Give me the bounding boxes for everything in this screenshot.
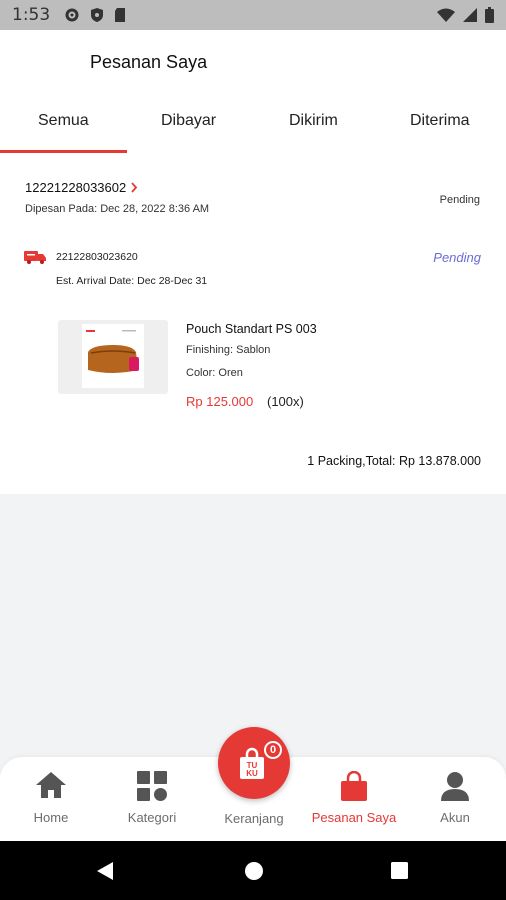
system-nav-bar: [0, 841, 506, 900]
product-color: Color: Oren: [186, 367, 243, 379]
product-quantity: (100x): [267, 394, 304, 409]
nav-home[interactable]: Home: [1, 757, 101, 841]
shield-icon: [91, 8, 104, 22]
nav-kategori[interactable]: Kategori: [102, 757, 202, 841]
svg-text:KU: KU: [246, 769, 258, 778]
battery-icon: [485, 7, 494, 23]
shopping-bag-icon: [341, 771, 367, 801]
status-bar: 1:53: [0, 0, 506, 30]
cart-fab-button[interactable]: TU KU 0: [218, 727, 290, 799]
nav-pesanan-saya[interactable]: Pesanan Saya: [304, 757, 404, 841]
product-finishing: Finishing: Sablon: [186, 344, 271, 356]
pouch-image: [86, 330, 139, 373]
order-card[interactable]: 12221228033602 Dipesan Pada: Dec 28, 202…: [0, 154, 506, 494]
estimated-arrival: Est. Arrival Date: Dec 28-Dec 31: [56, 275, 208, 287]
order-id: 12221228033602: [25, 180, 127, 195]
tab-bar: Semua Dibayar Dikirim Diterima: [0, 94, 506, 154]
app-bar: Pesanan Saya: [0, 30, 506, 94]
shipment-id: 22122803023620: [56, 251, 138, 263]
back-icon[interactable]: [96, 861, 114, 881]
order-id-link[interactable]: 12221228033602: [25, 180, 138, 195]
order-status: Pending: [439, 194, 480, 206]
home-circle-icon[interactable]: [244, 861, 264, 881]
product-price: Rp 125.000: [186, 394, 254, 409]
grid-icon: [137, 771, 167, 801]
cart-badge: 0: [264, 741, 282, 759]
status-time: 1:53: [12, 5, 51, 25]
sd-card-icon: [115, 8, 126, 22]
nav-akun[interactable]: Akun: [405, 757, 505, 841]
tab-diterima[interactable]: Diterima: [410, 112, 470, 130]
tab-dikirim[interactable]: Dikirim: [289, 112, 338, 130]
tab-dibayar[interactable]: Dibayar: [161, 112, 216, 130]
signal-icon: [463, 8, 477, 22]
chevron-right-icon: [131, 182, 138, 193]
nav-home-label: Home: [33, 810, 69, 825]
shipment-status-link[interactable]: Pending: [433, 250, 481, 265]
wifi-icon: [437, 8, 455, 22]
home-icon: [36, 772, 66, 798]
recents-icon[interactable]: [391, 862, 408, 879]
settings-icon: [65, 8, 79, 22]
nav-akun-label: Akun: [440, 810, 470, 825]
product-image[interactable]: [58, 320, 168, 394]
page-title: Pesanan Saya: [90, 52, 208, 72]
nav-kategori-label: Kategori: [127, 810, 177, 825]
nav-keranjang-label[interactable]: Keranjang: [204, 811, 304, 826]
user-icon: [441, 772, 469, 801]
order-date: Dipesan Pada: Dec 28, 2022 8:36 AM: [25, 203, 210, 215]
truck-icon: [24, 251, 46, 264]
active-tab-indicator: [0, 150, 127, 153]
product-name: Pouch Standart PS 003: [186, 322, 317, 336]
order-total: 1 Packing,Total: Rp 13.878.000: [307, 454, 481, 468]
nav-pesanan-saya-label: Pesanan Saya: [311, 810, 397, 825]
tab-semua[interactable]: Semua: [38, 112, 89, 130]
